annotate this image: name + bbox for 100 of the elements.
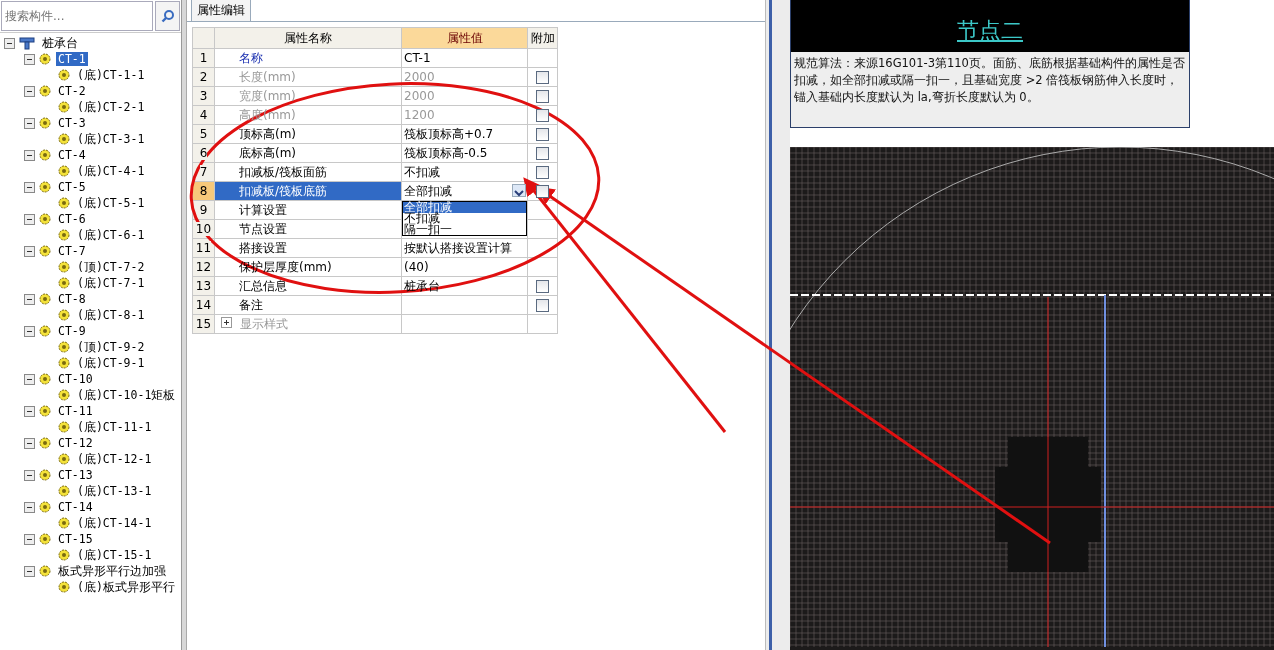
tree-item[interactable]: (底)CT-12-1 (75, 451, 154, 467)
property-name: 宽度(mm) (239, 88, 296, 103)
collapse-toggle[interactable] (24, 565, 35, 577)
tree-item[interactable]: (底)CT-15-1 (75, 547, 154, 563)
tree-item[interactable]: (底)CT-8-1 (75, 307, 147, 323)
property-value[interactable]: (40) (404, 260, 429, 274)
search-button[interactable] (155, 1, 180, 31)
collapse-toggle[interactable] (24, 213, 35, 225)
row-number: 8 (199, 184, 208, 198)
gear-icon (58, 101, 70, 113)
checkbox[interactable] (536, 128, 549, 141)
tree-item[interactable]: CT-11 (56, 404, 95, 418)
rule-description: 规范算法：来源16G101-3第110页。面筋、底筋根据基础构件的属性是否扣减，如全部扣减或隔一扣一，且基础宽度 >2 倍筏板钢筋伸入长度时，锚入基础内长度默认为 la,弯折长度默认为 0。 (793, 55, 1186, 106)
dropdown-button[interactable] (512, 184, 526, 197)
search-field[interactable]: 搜索构件... (1, 1, 153, 31)
group-label: 显示样式 (240, 316, 288, 331)
pile-cap-icon (19, 36, 35, 50)
checkbox[interactable] (536, 109, 549, 122)
collapse-toggle[interactable] (24, 293, 35, 305)
collapse-toggle[interactable] (24, 53, 35, 65)
checkbox[interactable] (536, 299, 549, 312)
tree-item[interactable]: (底)CT-10-1矩板 (75, 387, 178, 403)
checkbox[interactable] (536, 90, 549, 103)
search-icon (160, 9, 175, 23)
gear-icon (58, 261, 70, 273)
gear-icon (39, 469, 51, 481)
property-name: 搭接设置 (239, 240, 287, 255)
tree-item[interactable]: CT-15 (56, 532, 95, 546)
collapse-toggle[interactable] (24, 501, 35, 513)
tree-item[interactable]: CT-13 (56, 468, 95, 482)
collapse-toggle[interactable] (24, 117, 35, 129)
property-name: 顶标高(m) (239, 126, 297, 141)
gear-icon (58, 357, 70, 369)
tree-item[interactable]: (底)CT-3-1 (75, 131, 147, 147)
gear-icon (39, 405, 51, 417)
caret-icon (514, 189, 524, 197)
tree-item[interactable]: (底)CT-14-1 (75, 515, 154, 531)
checkbox[interactable] (536, 147, 549, 160)
tree-item[interactable]: CT-2 (56, 84, 88, 98)
tree-item[interactable]: CT-3 (56, 116, 88, 130)
gear-icon (39, 213, 51, 225)
gear-icon (58, 485, 70, 497)
tree-item[interactable]: (底)板式异形平行 (75, 579, 177, 595)
collapse-toggle[interactable] (24, 85, 35, 97)
row-number: 12 (195, 260, 212, 274)
collapse-toggle[interactable] (24, 533, 35, 545)
dropdown-option[interactable]: 不扣减 (403, 213, 526, 224)
row-number: 2 (199, 70, 208, 84)
column-header: 属性名称 (284, 30, 332, 45)
gear-icon (58, 229, 70, 241)
tree-item[interactable]: (顶)CT-7-2 (75, 259, 147, 275)
tree-item[interactable]: (底)CT-1-1 (75, 67, 147, 83)
gear-icon (39, 117, 51, 129)
tree-item[interactable]: (底)CT-11-1 (75, 419, 154, 435)
collapse-toggle[interactable] (24, 325, 35, 337)
tree-item[interactable]: (底)CT-5-1 (75, 195, 147, 211)
collapse-toggle[interactable] (24, 149, 35, 161)
collapse-toggle[interactable] (24, 245, 35, 257)
collapse-toggle[interactable] (24, 181, 35, 193)
checkbox[interactable] (536, 166, 549, 179)
gear-icon (39, 245, 51, 257)
tree-item[interactable]: CT-12 (56, 436, 95, 450)
tree-item[interactable]: CT-5 (56, 180, 88, 194)
tree-item[interactable]: (底)CT-13-1 (75, 483, 154, 499)
tree-item[interactable]: CT-4 (56, 148, 88, 162)
dropdown-option[interactable]: 全部扣减 (403, 202, 526, 213)
gear-icon (39, 181, 51, 193)
tree-item[interactable]: CT-9 (56, 324, 88, 338)
tree-item[interactable]: 桩承台 (40, 35, 80, 51)
tree-item[interactable]: CT-1 (56, 52, 88, 66)
tree-item[interactable]: CT-10 (56, 372, 95, 386)
tree-item[interactable]: (底)CT-4-1 (75, 163, 147, 179)
row-number: 9 (199, 203, 208, 217)
tree-item[interactable]: CT-8 (56, 292, 88, 306)
checkbox[interactable] (536, 280, 549, 293)
tree-item[interactable]: (底)CT-9-1 (75, 355, 147, 371)
tree-item[interactable]: (顶)CT-9-2 (75, 339, 147, 355)
collapse-toggle[interactable] (4, 37, 15, 49)
collapse-toggle[interactable] (24, 469, 35, 481)
checkbox[interactable] (536, 185, 549, 198)
collapse-toggle[interactable] (24, 405, 35, 417)
tree-item[interactable]: CT-6 (56, 212, 88, 226)
tree-item[interactable]: (底)CT-7-1 (75, 275, 147, 291)
checkbox[interactable] (536, 71, 549, 84)
gear-icon (39, 437, 51, 449)
tree-item[interactable]: CT-14 (56, 500, 95, 514)
collapse-toggle[interactable] (24, 373, 35, 385)
property-name: 计算设置 (239, 202, 287, 217)
tree-item[interactable]: 板式异形平行边加强 (56, 563, 168, 579)
tab[interactable]: 属性编辑 (191, 0, 251, 21)
tree-item[interactable]: (底)CT-2-1 (75, 99, 147, 115)
row-number: 7 (199, 165, 208, 179)
collapse-toggle[interactable] (24, 437, 35, 449)
gear-icon (58, 277, 70, 289)
property-name: 汇总信息 (239, 278, 287, 293)
gear-icon (58, 341, 70, 353)
row-number: 14 (195, 298, 212, 312)
property-value[interactable]: CT-1 (404, 51, 431, 65)
tree-item[interactable]: CT-7 (56, 244, 88, 258)
tree-item[interactable]: (底)CT-6-1 (75, 227, 147, 243)
